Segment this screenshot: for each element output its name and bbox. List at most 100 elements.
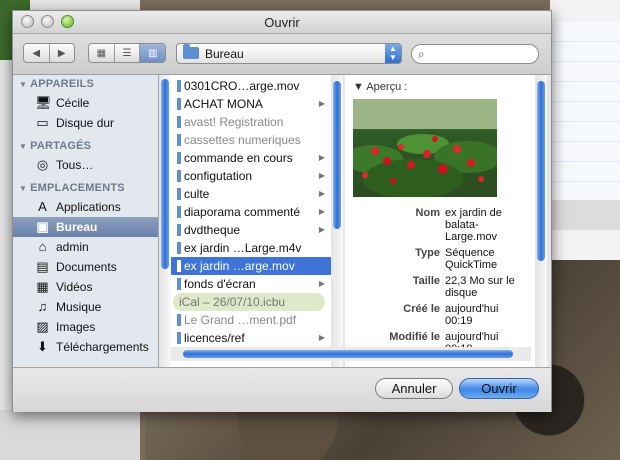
list-view-button[interactable]: ☰ <box>115 44 141 62</box>
sidebar-scroll-thumb[interactable] <box>161 79 169 269</box>
background-bar <box>550 200 620 230</box>
file-row[interactable]: iCal – 26/07/10.icbu <box>173 293 325 311</box>
downloads-icon: ⬇ <box>37 339 48 354</box>
sidebar-item[interactable]: ♫ Musique <box>13 297 158 317</box>
horizontal-scrollbar[interactable] <box>171 347 531 361</box>
preview-label: Aperçu : <box>366 81 408 93</box>
file-row[interactable]: ex jardin …Large.m4v <box>171 239 331 257</box>
file-row[interactable]: Le Grand …ment.pdf <box>171 311 331 329</box>
icon-view-button[interactable]: ▦ <box>89 44 115 62</box>
file-row[interactable]: 0301CRO…arge.mov <box>171 77 331 95</box>
info-key: Nom <box>415 207 440 219</box>
window-title: Ouvrir <box>264 15 300 30</box>
sidebar-section-header[interactable]: ▼ EMPLACEMENTS <box>13 179 158 197</box>
info-row: Type Séquence QuickTime <box>345 247 525 271</box>
file-row[interactable]: culte ▶ <box>171 185 331 203</box>
sidebar-item-label: Applications <box>56 200 121 214</box>
file-row[interactable]: commande en cours ▶ <box>171 149 331 167</box>
file-name: ex jardin …Large.m4v <box>184 241 302 255</box>
file-name: configutation <box>184 169 253 183</box>
file-row[interactable]: cassettes numeriques <box>171 131 331 149</box>
sidebar-item-label: Musique <box>56 300 102 314</box>
file-row[interactable]: ex jardin …arge.mov <box>171 257 331 275</box>
folder-icon <box>177 332 181 344</box>
sidebar-item[interactable]: ⌂ admin <box>13 237 158 257</box>
computer-icon: 🖥 <box>35 95 52 110</box>
info-value: 22,3 Mo sur le disque <box>445 275 515 299</box>
file-row[interactable]: dvdtheque ▶ <box>171 221 331 239</box>
sidebar-item[interactable]: ▭ Disque dur <box>13 113 158 133</box>
sidebar-item[interactable]: ▦ Vidéos <box>13 277 158 297</box>
back-forward-control: ◀ ▶ <box>23 43 75 63</box>
preview-scrollbar[interactable] <box>535 75 547 367</box>
file-row[interactable]: diaporama commenté ▶ <box>171 203 331 221</box>
info-key: Type <box>415 247 440 259</box>
title-bar[interactable]: Ouvrir <box>13 11 551 34</box>
file-name: culte <box>184 187 210 201</box>
file-name: Le Grand …ment.pdf <box>184 313 297 327</box>
disclosure-triangle-icon[interactable]: ▼ <box>19 142 27 151</box>
sidebar-scrollbar[interactable] <box>159 75 171 367</box>
folder-icon <box>177 278 181 290</box>
folder-icon <box>177 170 181 182</box>
view-mode-control: ▦ ☰ ▥ <box>88 43 166 63</box>
file-row[interactable]: ACHAT MONA ▶ <box>171 95 331 113</box>
file-row[interactable]: licences/ref ▶ <box>171 329 331 347</box>
forward-button[interactable]: ▶ <box>50 44 75 62</box>
sidebar-section-header[interactable]: ▼ APPAREILS <box>13 75 158 93</box>
hard-disk-icon: ▭ <box>36 115 49 130</box>
file-name: diaporama commenté <box>184 205 301 219</box>
preview-scroll-thumb[interactable] <box>537 81 545 261</box>
file-name: 0301CRO…arge.mov <box>184 79 300 93</box>
file-row[interactable]: avast! Registration <box>171 113 331 131</box>
preview-column: ▼ Aperçu : Nom ex jardin de balata-Large.… <box>345 75 535 367</box>
disclosure-triangle-icon[interactable]: ▼ <box>19 80 27 89</box>
file-name: cassettes numeriques <box>184 133 301 147</box>
open-button[interactable]: Ouvrir <box>459 378 539 399</box>
sidebar-item-label: Vidéos <box>56 280 93 294</box>
location-popup[interactable]: Bureau ▲ ▼ <box>176 43 402 64</box>
file-column: 0301CRO…arge.mov ACHAT MONA ▶ avast! Regist… <box>171 75 332 367</box>
popup-arrows-icon: ▲ ▼ <box>385 44 401 63</box>
file-row[interactable]: fonds d'écran ▶ <box>171 275 331 293</box>
sidebar-item[interactable]: ▣ Bureau <box>13 217 158 237</box>
movies-icon: ▦ <box>36 279 49 294</box>
open-dialog: Ouvrir ◀ ▶ ▦ ☰ ▥ Bureau ▲ ▼ ⌕ ▼ APPAREILS 🖥… <box>12 10 552 412</box>
horizontal-scroll-thumb[interactable] <box>183 350 513 358</box>
folder-icon <box>177 98 181 110</box>
file-row[interactable]: configutation ▶ <box>171 167 331 185</box>
file-column-scroll-thumb[interactable] <box>333 81 341 229</box>
toolbar: ◀ ▶ ▦ ☰ ▥ Bureau ▲ ▼ ⌕ <box>13 34 551 75</box>
column-view-button[interactable]: ▥ <box>140 44 165 62</box>
info-row: Créé le aujourd'hui 00:19 <box>345 303 525 327</box>
sidebar-item[interactable]: 🖥 Cécile <box>13 93 158 113</box>
sidebar-item[interactable]: ▨ Images <box>13 317 158 337</box>
info-row: Taille 22,3 Mo sur le disque <box>345 275 525 299</box>
file-column-scrollbar[interactable] <box>331 75 343 367</box>
file-name: fonds d'écran <box>184 277 256 291</box>
sidebar-section-header[interactable]: ▼ PARTAGÉS <box>13 137 158 155</box>
preview-thumbnail <box>353 99 497 197</box>
file-icon <box>177 242 181 254</box>
file-name: licences/ref <box>184 331 245 345</box>
button-bar: Annuler Ouvrir <box>13 367 551 412</box>
sidebar-item[interactable]: A Applications <box>13 197 158 217</box>
info-key: Taille <box>412 275 440 287</box>
disclosure-triangle-icon[interactable]: ▼ <box>353 81 364 93</box>
sidebar-item-label: Documents <box>56 260 117 274</box>
section-title: PARTAGÉS <box>30 140 92 152</box>
search-field[interactable]: ⌕ <box>411 44 539 64</box>
sidebar-item-label: Téléchargements <box>56 340 149 354</box>
sidebar-item[interactable]: ◎ Tous… <box>13 155 158 175</box>
desktop-icon: ▣ <box>36 219 49 234</box>
background-window-left-bottom <box>0 410 140 460</box>
disclosure-triangle-icon[interactable]: ▼ <box>19 184 27 193</box>
sidebar-item[interactable]: ⬇ Téléchargements <box>13 337 158 357</box>
info-value: aujourd'hui 00:19 <box>445 303 499 327</box>
folder-icon <box>183 44 199 59</box>
cancel-button[interactable]: Annuler <box>375 378 453 399</box>
music-icon: ♫ <box>37 299 48 314</box>
network-icon: ◎ <box>36 157 49 172</box>
back-button[interactable]: ◀ <box>24 44 50 62</box>
sidebar-item[interactable]: ▤ Documents <box>13 257 158 277</box>
